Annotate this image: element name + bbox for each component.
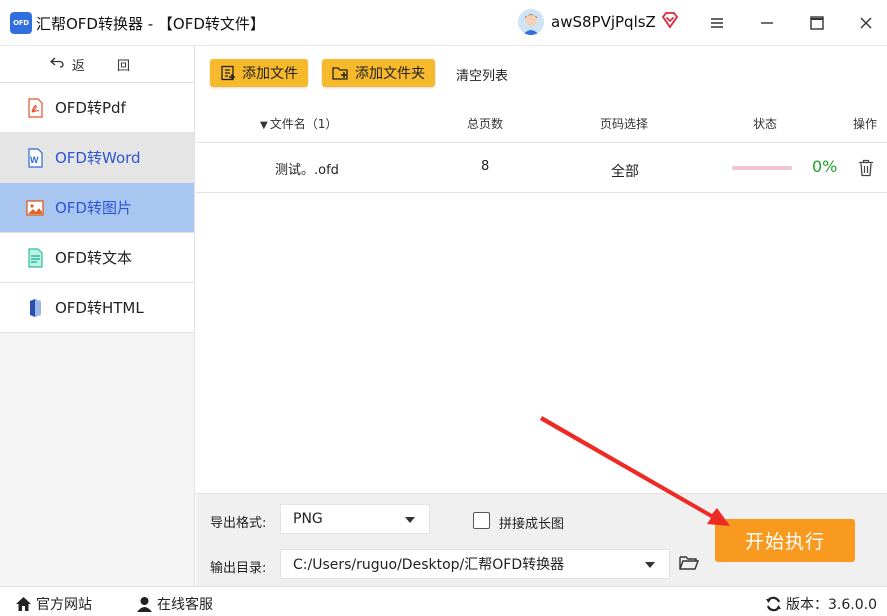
toolbar: 添加文件 添加文件夹 清空列表 — [196, 46, 887, 100]
export-format-select[interactable]: PNG — [280, 504, 430, 534]
sidebar-item-ofd-to-word[interactable]: W OFD转Word — [0, 133, 194, 183]
sidebar-item-ofd-to-text[interactable]: OFD转文本 — [0, 233, 194, 283]
sidebar-item-ofd-to-html[interactable]: OFD转HTML — [0, 283, 194, 333]
vip-diamond-icon[interactable] — [661, 11, 679, 29]
delete-icon[interactable] — [858, 159, 874, 177]
refresh-icon — [766, 596, 781, 612]
window-title: 汇帮OFD转换器 - 【OFD转文件】 — [36, 15, 265, 33]
title-bar: OFD 汇帮OFD转换器 - 【OFD转文件】 awS8PVjPqlsZ — [0, 0, 887, 46]
output-dir-label: 输出目录: — [210, 561, 267, 576]
user-avatar[interactable] — [518, 9, 544, 35]
chevron-down-icon — [645, 562, 655, 568]
clear-list-button[interactable]: 清空列表 — [456, 65, 508, 84]
maximize-icon[interactable] — [806, 12, 828, 34]
merge-long-image-checkbox[interactable] — [473, 512, 490, 529]
chevron-down-icon — [405, 517, 415, 523]
add-file-label: 添加文件 — [242, 66, 298, 82]
sort-down-icon: ▼ — [260, 120, 268, 131]
minimize-icon[interactable] — [756, 12, 778, 34]
sidebar-item-label: OFD转Pdf — [55, 99, 126, 117]
official-website-link[interactable]: 官方网站 — [15, 594, 92, 614]
start-button[interactable]: 开始执行 — [715, 519, 855, 562]
export-format-label: 导出格式: — [210, 516, 267, 531]
add-folder-icon — [332, 67, 348, 80]
add-folder-label: 添加文件夹 — [355, 66, 425, 82]
row-filename: 测试。.ofd — [275, 163, 339, 178]
back-button[interactable]: 返 回 — [0, 46, 194, 83]
support-agent-icon — [137, 597, 152, 612]
row-progress-bar — [732, 166, 792, 170]
sidebar-item-label: OFD转图片 — [55, 199, 132, 217]
menu-icon[interactable] — [706, 12, 728, 34]
sidebar-item-label: OFD转Word — [55, 149, 141, 167]
sidebar-item-label: OFD转文本 — [55, 249, 132, 267]
merge-long-image-label[interactable]: 拼接成长图 — [499, 513, 564, 532]
sidebar-item-label: OFD转HTML — [55, 299, 144, 317]
row-pages: 8 — [481, 159, 490, 174]
back-arrow-icon — [49, 56, 64, 72]
status-bar: 官方网站 在线客服 版本：3.6.0.0 — [0, 586, 887, 616]
sidebar-item-ofd-to-image[interactable]: OFD转图片 — [0, 183, 194, 233]
add-folder-button[interactable]: 添加文件夹 — [322, 59, 435, 87]
home-icon — [16, 597, 31, 611]
word-icon: W — [26, 147, 44, 168]
online-support-link[interactable]: 在线客服 — [136, 594, 213, 614]
pdf-icon — [26, 97, 44, 118]
app-logo-icon: OFD — [10, 12, 32, 34]
output-dir-select[interactable]: C:/Users/ruguo/Desktop/汇帮OFD转换器 — [280, 549, 670, 579]
text-icon — [26, 247, 44, 268]
sidebar: 返 回 OFD转Pdf W OFD转Word OFD转图片 OFD转文本 OFD… — [0, 46, 195, 586]
back-label: 返 回 — [71, 58, 145, 74]
column-header-pages: 总页数 — [467, 117, 504, 131]
username[interactable]: awS8PVjPqlsZ — [551, 13, 656, 31]
close-icon[interactable] — [855, 12, 877, 34]
svg-text:W: W — [30, 155, 39, 165]
image-icon — [26, 198, 44, 218]
open-folder-icon[interactable] — [679, 554, 699, 572]
add-file-button[interactable]: 添加文件 — [210, 59, 308, 87]
column-header-page-select: 页码选择 — [600, 117, 649, 131]
row-page-select[interactable]: 全部 — [611, 161, 639, 181]
version-info[interactable]: 版本：3.6.0.0 — [765, 594, 877, 614]
column-header-actions: 操作 — [853, 117, 878, 131]
output-settings-panel: 导出格式: PNG 拼接成长图 输出目录: C:/Users/ruguo/Des… — [196, 493, 887, 586]
row-progress-percent: 0% — [812, 157, 838, 176]
file-table-header: ▼ 文件名（1） 总页数 页码选择 状态 操作 — [196, 102, 887, 143]
html-icon — [26, 298, 44, 318]
column-header-filename[interactable]: ▼ 文件名（1） — [260, 115, 337, 132]
table-row[interactable]: 测试。.ofd 8 全部 0% — [196, 143, 887, 193]
sidebar-item-ofd-to-pdf[interactable]: OFD转Pdf — [0, 83, 194, 133]
add-file-icon — [221, 65, 235, 81]
column-header-status: 状态 — [753, 117, 778, 131]
